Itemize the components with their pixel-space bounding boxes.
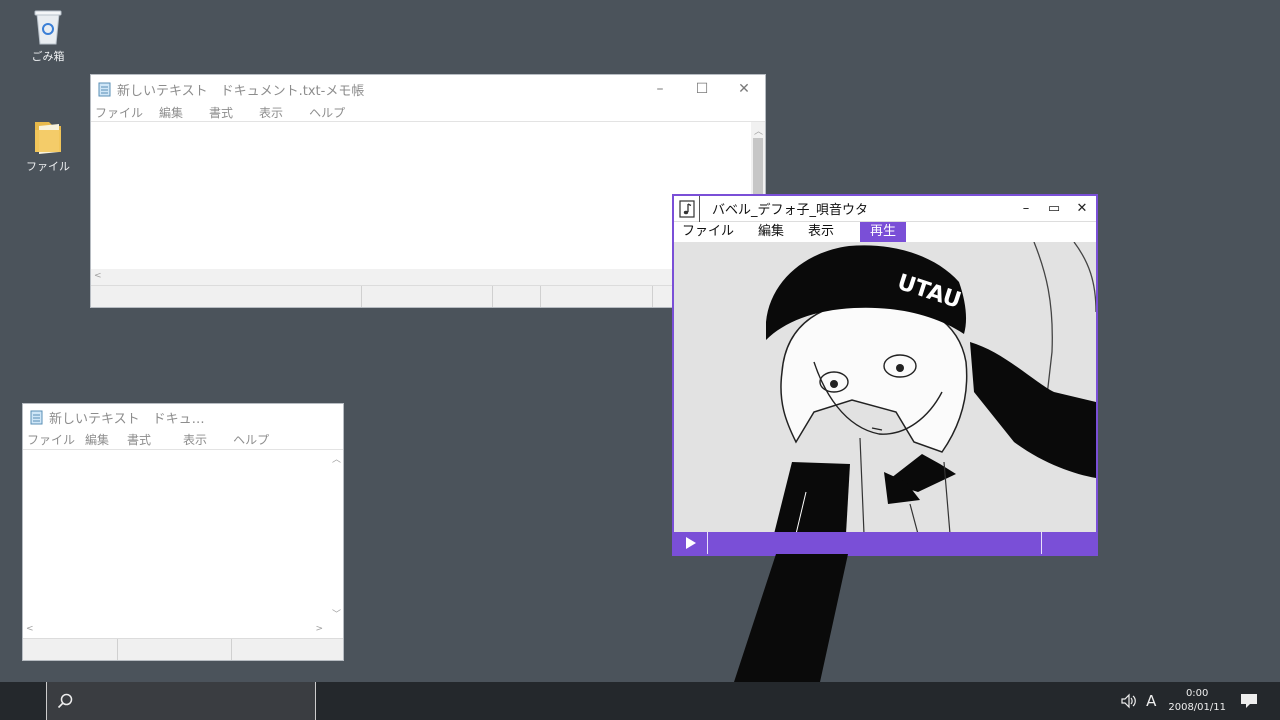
horizontal-scrollbar[interactable]: < xyxy=(91,269,751,285)
menu-bar: ファイル 編集 書式 表示 ヘルプ xyxy=(23,430,343,448)
menu-play[interactable]: 再生 xyxy=(860,222,907,242)
scroll-right-icon[interactable]: > xyxy=(315,624,323,634)
menu-format[interactable]: 書式 xyxy=(209,104,233,121)
system-tray: A 0:00 2008/01/11 xyxy=(1120,682,1280,720)
clock-time: 0:00 xyxy=(1185,688,1209,699)
minimize-button[interactable]: – xyxy=(639,75,681,103)
menu-help[interactable]: ヘルプ xyxy=(233,431,269,448)
menu-file[interactable]: ファイル xyxy=(674,222,746,242)
search-icon xyxy=(57,693,73,709)
desktop-icon-folder[interactable]: ファイル xyxy=(16,118,80,174)
menu-format[interactable]: 書式 xyxy=(127,431,151,448)
desktop-icon-recycle-bin[interactable]: ごみ箱 xyxy=(16,6,80,64)
menu-edit[interactable]: 編集 xyxy=(746,222,796,242)
menu-edit[interactable]: 編集 xyxy=(159,104,183,121)
menu-file[interactable]: ファイル xyxy=(95,104,143,121)
text-area[interactable]: ︿ ﹀ < > xyxy=(23,449,343,638)
menu-edit[interactable]: 編集 xyxy=(85,431,109,448)
window-title: 新しいテキスト ドキュ… xyxy=(49,411,205,427)
scroll-left-icon[interactable]: < xyxy=(94,271,102,281)
menu-help[interactable]: ヘルプ xyxy=(309,104,345,121)
search-box[interactable] xyxy=(46,682,316,720)
maximize-button[interactable]: ☐ xyxy=(681,75,723,103)
menu-view[interactable]: 表示 xyxy=(259,104,283,121)
clock[interactable]: 0:00 2008/01/11 xyxy=(1168,687,1226,715)
volume-icon[interactable] xyxy=(1120,693,1138,709)
player-title: バベル_デフォ子_唄音ウタ xyxy=(712,203,869,218)
taskbar: A 0:00 2008/01/11 xyxy=(0,682,1280,720)
play-button[interactable] xyxy=(674,532,708,554)
notepad-icon xyxy=(30,410,43,425)
music-note-icon xyxy=(674,195,700,222)
player-titlebar: バベル_デフォ子_唄音ウタ – ▭ ✕ xyxy=(674,195,1096,222)
minimize-button[interactable]: – xyxy=(1012,201,1040,216)
video-frame[interactable]: UTAU xyxy=(674,242,1096,534)
scroll-down-icon[interactable]: ﹀ xyxy=(332,607,341,620)
anime-character-illustration: UTAU xyxy=(674,242,1096,534)
notepad-window-main: 新しいテキスト ドキュメント.txt-メモ帳 – ☐ ✕ ファイル 編集 書式 … xyxy=(90,74,766,308)
status-bar xyxy=(91,285,765,307)
maximize-button[interactable]: ▭ xyxy=(1040,201,1068,216)
seek-bar[interactable] xyxy=(708,532,1042,554)
folder-icon xyxy=(35,122,61,154)
notepad-icon xyxy=(98,82,111,97)
scroll-up-icon[interactable]: ︿ xyxy=(332,452,341,465)
notification-icon[interactable] xyxy=(1240,693,1258,709)
menu-view[interactable]: 表示 xyxy=(183,431,207,448)
titlebar: 新しいテキスト ドキュメント.txt-メモ帳 – ☐ ✕ xyxy=(91,75,765,103)
scroll-left-icon[interactable]: < xyxy=(26,624,34,634)
menu-bar: ファイル 編集 書式 表示 ヘルプ xyxy=(91,103,765,121)
ime-indicator[interactable]: A xyxy=(1146,692,1156,710)
clock-date: 2008/01/11 xyxy=(1168,702,1226,713)
vertical-scrollbar[interactable]: ︿ ﹀ xyxy=(329,450,343,638)
play-icon xyxy=(685,537,696,549)
desktop-icon-label: ごみ箱 xyxy=(31,50,65,63)
player-control-bar xyxy=(674,532,1096,554)
menu-view[interactable]: 表示 xyxy=(796,222,846,242)
window-title: 新しいテキスト ドキュメント.txt-メモ帳 xyxy=(117,83,365,99)
horizontal-scrollbar[interactable]: < > xyxy=(23,622,329,638)
player-menu-bar: ファイル 編集 表示 再生 xyxy=(674,222,1096,242)
music-player-window: バベル_デフォ子_唄音ウタ – ▭ ✕ ファイル 編集 表示 再生 UTAU xyxy=(672,194,1098,556)
titlebar: 新しいテキスト ドキュ… xyxy=(23,404,343,430)
scroll-up-icon[interactable]: ︿ xyxy=(754,124,763,137)
status-bar xyxy=(23,638,343,660)
close-button[interactable]: ✕ xyxy=(723,75,765,103)
desktop-icon-label: ファイル xyxy=(26,160,70,173)
character-arm-overflow xyxy=(734,554,848,682)
notepad-window-small: 新しいテキスト ドキュ… ファイル 編集 書式 表示 ヘルプ ︿ ﹀ < > xyxy=(22,403,344,661)
recycle-bin-icon xyxy=(34,10,62,45)
menu-file[interactable]: ファイル xyxy=(27,431,75,448)
text-area[interactable]: ︿ < xyxy=(91,121,765,285)
close-button[interactable]: ✕ xyxy=(1068,201,1096,216)
